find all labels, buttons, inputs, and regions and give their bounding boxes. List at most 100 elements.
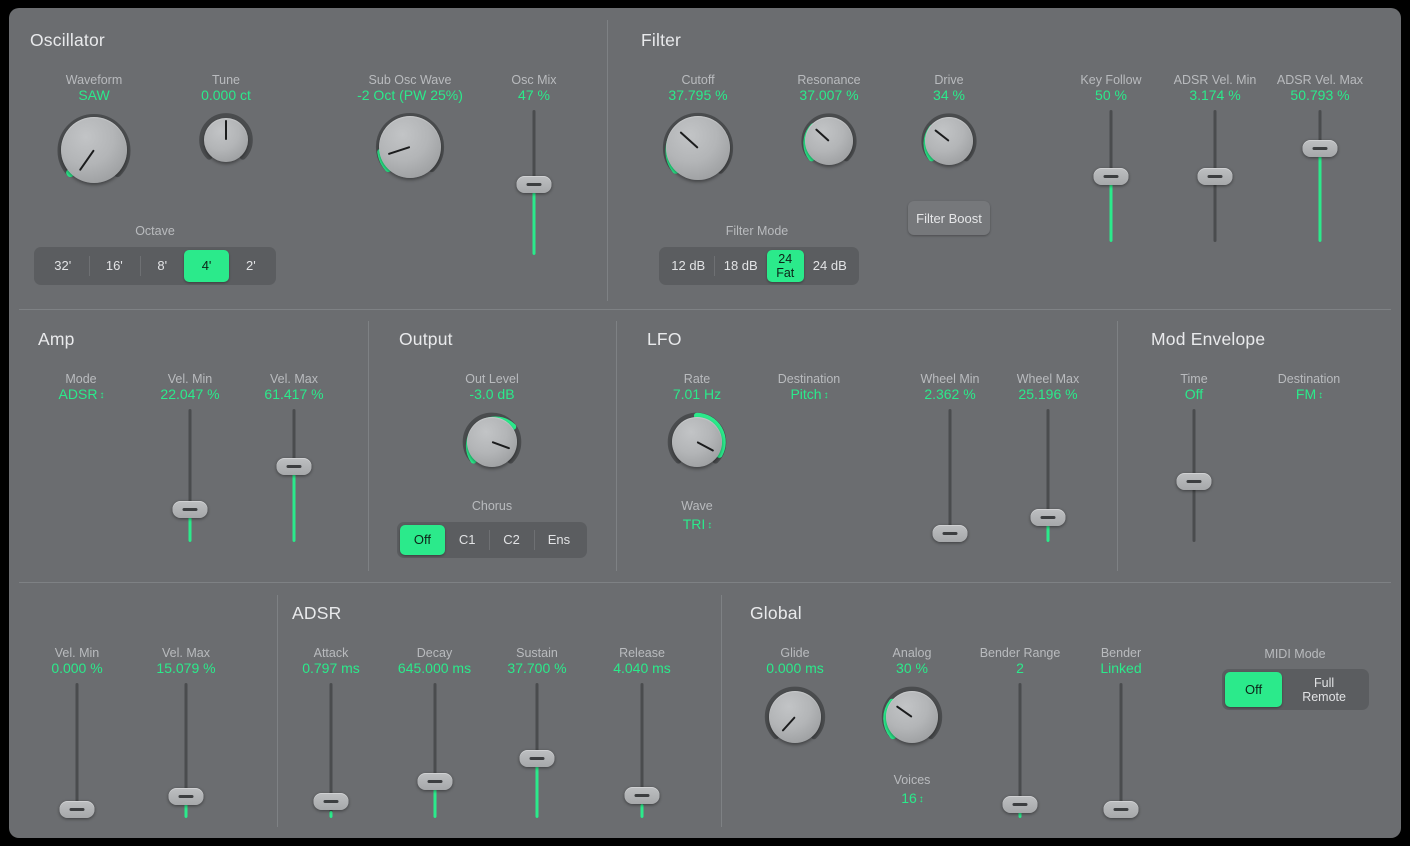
octave-option-16[interactable]: 16' [89,250,141,282]
slider-thumb[interactable] [277,458,312,475]
mod-env-destination-value[interactable]: FM↕ [1254,386,1364,405]
control-release[interactable]: Release 4.040 ms [597,646,687,818]
tune-knob[interactable] [196,110,256,170]
sub-osc-wave-knob[interactable] [371,108,449,186]
analog-knob[interactable] [878,683,946,751]
control-mod-env-time[interactable]: Time Off [1149,372,1239,542]
control-lfo-destination[interactable]: Destination Pitch↕ [754,372,864,405]
amp-mode-value[interactable]: ADSR↕ [31,386,131,405]
filter-mode-option-24db[interactable]: 24 dB [804,250,856,282]
control-amp-vel-max[interactable]: Vel. Max 61.417 % [249,372,339,542]
filterenv-vel-min-slider[interactable] [32,683,122,818]
control-drive[interactable]: Drive 34 % [899,73,999,177]
chevron-updown-icon[interactable]: ↕ [99,387,103,404]
slider-thumb[interactable] [1303,140,1338,157]
chorus-option-c2[interactable]: C2 [489,525,533,555]
control-analog[interactable]: Analog 30 % [862,646,962,756]
control-adsr-vel-max[interactable]: ADSR Vel. Max 50.793 % [1269,73,1371,242]
slider-thumb[interactable] [60,801,95,818]
cutoff-knob[interactable] [658,108,738,188]
lfo-destination-value[interactable]: Pitch↕ [754,386,864,405]
control-wheel-min[interactable]: Wheel Min 2.362 % [905,372,995,542]
chevron-updown-icon[interactable]: ↕ [1318,387,1322,404]
filter-mode-option-24fat[interactable]: 24 Fat [767,250,804,282]
control-wheel-max[interactable]: Wheel Max 25.196 % [1003,372,1093,542]
wheel-min-slider[interactable] [905,409,995,542]
control-cutoff[interactable]: Cutoff 37.795 % [639,73,757,193]
waveform-knob[interactable] [52,108,136,192]
control-lfo-rate[interactable]: Rate 7.01 Hz [649,372,745,480]
filter-mode-option-18db[interactable]: 18 dB [714,250,766,282]
key-follow-slider[interactable] [1066,110,1156,242]
slider-thumb[interactable] [169,788,204,805]
voices-value[interactable]: 16↕ [862,790,962,809]
control-mod-env-destination[interactable]: Destination FM↕ [1254,372,1364,405]
control-glide[interactable]: Glide 0.000 ms [745,646,845,756]
midi-mode-option-off[interactable]: Off [1225,672,1282,707]
out-level-knob[interactable] [459,409,525,475]
filter-boost-button[interactable]: Filter Boost [908,201,990,235]
control-amp-mode[interactable]: Mode ADSR↕ [31,372,131,405]
decay-slider[interactable] [382,683,487,818]
attack-slider[interactable] [286,683,376,818]
bender-range-slider[interactable] [960,683,1080,818]
slider-thumb[interactable] [173,501,208,518]
lfo-rate-knob[interactable] [664,409,730,475]
chevron-updown-icon[interactable]: ↕ [919,791,923,808]
control-osc-mix[interactable]: Osc Mix 47 % [489,73,579,255]
control-waveform[interactable]: Waveform SAW [29,73,159,197]
control-sustain[interactable]: Sustain 37.700 % [492,646,582,818]
control-bender[interactable]: Bender Linked [1071,646,1171,818]
lfo-wave-value[interactable]: TRI↕ [649,516,745,535]
slider-thumb[interactable] [933,525,968,542]
octave-option-2[interactable]: 2' [229,250,273,282]
control-decay[interactable]: Decay 645.000 ms [382,646,487,818]
adsr-vel-min-slider[interactable] [1164,110,1266,242]
chorus-option-off[interactable]: Off [400,525,445,555]
octave-segmented-control[interactable]: 32' 16' 8' 4' 2' [34,247,276,285]
slider-thumb[interactable] [1003,796,1038,813]
midi-mode-option-full-remote[interactable]: Full Remote [1282,672,1366,707]
release-slider[interactable] [597,683,687,818]
slider-thumb[interactable] [1198,168,1233,185]
control-filterenv-vel-min[interactable]: Vel. Min 0.000 % [32,646,122,818]
control-out-level[interactable]: Out Level -3.0 dB [441,372,543,480]
midi-mode-segmented-control[interactable]: Off Full Remote [1222,669,1369,710]
osc-mix-slider[interactable] [489,110,579,255]
chorus-option-c1[interactable]: C1 [445,525,489,555]
control-resonance[interactable]: Resonance 37.007 % [779,73,879,177]
slider-thumb[interactable] [520,750,555,767]
slider-thumb[interactable] [314,793,349,810]
control-tune[interactable]: Tune 0.000 ct [174,73,278,175]
resonance-knob[interactable] [798,110,860,172]
slider-thumb[interactable] [625,787,660,804]
chorus-segmented-control[interactable]: Off C1 C2 Ens [397,522,587,558]
octave-option-4[interactable]: 4' [184,250,228,282]
chevron-updown-icon[interactable]: ↕ [707,517,711,534]
chevron-updown-icon[interactable]: ↕ [824,387,828,404]
amp-vel-min-slider[interactable] [145,409,235,542]
slider-thumb[interactable] [1177,473,1212,490]
filter-mode-segmented-control[interactable]: 12 dB 18 dB 24 Fat 24 dB [659,247,859,285]
slider-thumb[interactable] [1094,168,1129,185]
control-key-follow[interactable]: Key Follow 50 % [1066,73,1156,242]
filter-mode-option-12db[interactable]: 12 dB [662,250,714,282]
mod-env-time-slider[interactable] [1149,409,1239,542]
slider-thumb[interactable] [517,176,552,193]
amp-vel-max-slider[interactable] [249,409,339,542]
slider-thumb[interactable] [1031,509,1066,526]
control-amp-vel-min[interactable]: Vel. Min 22.047 % [145,372,235,542]
adsr-vel-max-slider[interactable] [1269,110,1371,242]
control-adsr-vel-min[interactable]: ADSR Vel. Min 3.174 % [1164,73,1266,242]
filterenv-vel-max-slider[interactable] [141,683,231,818]
control-sub-osc-wave[interactable]: Sub Osc Wave -2 Oct (PW 25%) [334,73,486,191]
slider-thumb[interactable] [1104,801,1139,818]
control-bender-range[interactable]: Bender Range 2 [960,646,1080,818]
sustain-slider[interactable] [492,683,582,818]
chorus-option-ens[interactable]: Ens [534,525,584,555]
glide-knob[interactable] [761,683,829,751]
wheel-max-slider[interactable] [1003,409,1093,542]
bender-slider[interactable] [1071,683,1171,818]
slider-thumb[interactable] [417,773,452,790]
octave-option-32[interactable]: 32' [37,250,89,282]
